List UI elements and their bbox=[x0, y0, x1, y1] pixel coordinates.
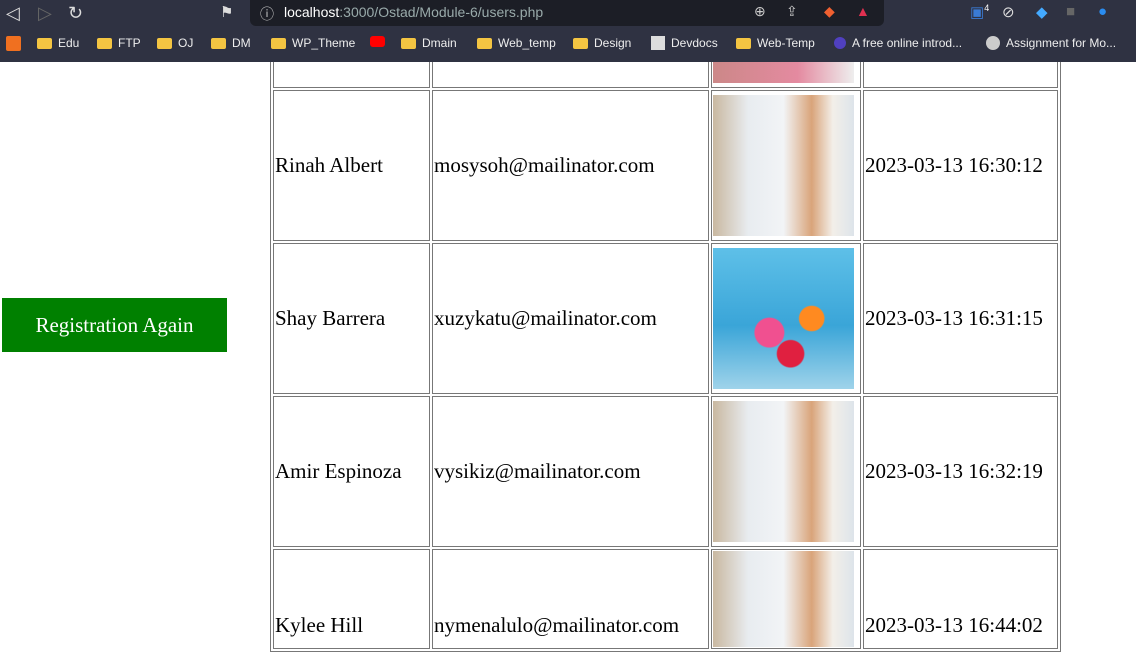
compass-icon[interactable]: ⊘ bbox=[1002, 3, 1015, 21]
reload-icon[interactable]: ↻ bbox=[68, 3, 83, 24]
gem-icon[interactable]: ◆ bbox=[1036, 3, 1048, 21]
date-text: 2023-03-13 16:32:19 bbox=[865, 459, 1043, 483]
image-wrap bbox=[713, 401, 859, 542]
date-text: 2023-03-13 16:44:02 bbox=[865, 613, 1043, 637]
table-row: Kylee Hill nymenalulo@mailinator.com 202… bbox=[273, 549, 1058, 649]
user-image bbox=[713, 95, 854, 236]
back-icon[interactable]: ◁ bbox=[6, 3, 20, 24]
registration-again-button[interactable]: Registration Again bbox=[2, 298, 227, 352]
bookmark-dm[interactable]: DM bbox=[211, 36, 251, 50]
bookmark-dmain[interactable]: Dmain bbox=[401, 36, 457, 50]
shazam-icon[interactable]: ● bbox=[1098, 3, 1107, 20]
info-icon: ⓘ bbox=[260, 6, 274, 22]
date-text: 2023-03-13 16:31:15 bbox=[865, 306, 1043, 330]
image-cell bbox=[711, 243, 861, 394]
image-cell bbox=[711, 549, 861, 649]
bookmark-oj[interactable]: OJ bbox=[157, 36, 193, 50]
name-text: Amir Espinoza bbox=[275, 459, 402, 483]
bookmark-intro[interactable]: A free online introd... bbox=[834, 36, 962, 50]
email-cell: vysikiz@mailinator.com bbox=[432, 396, 709, 547]
users-table: Rinah Albert mosysoh@mailinator.com 2023… bbox=[270, 0, 1061, 652]
date-text: 2023-03-13 16:30:12 bbox=[865, 153, 1043, 177]
address-bar[interactable]: ⓘ localhost:3000/Ostad/Module-6/users.ph… bbox=[250, 0, 884, 26]
selenium-icon[interactable]: ■ bbox=[1066, 3, 1075, 20]
devdocs-icon bbox=[651, 36, 665, 50]
date-cell: 2023-03-13 16:32:19 bbox=[863, 396, 1058, 547]
bookmark-wp-theme[interactable]: WP_Theme bbox=[271, 36, 355, 50]
bookmark-web-temp[interactable]: Web_temp bbox=[477, 36, 556, 50]
rewards-icon[interactable]: ▲ bbox=[856, 3, 870, 19]
name-text: Shay Barrera bbox=[275, 306, 386, 330]
image-wrap bbox=[713, 551, 859, 647]
email-text: xuzykatu@mailinator.com bbox=[434, 306, 657, 330]
date-cell: 2023-03-13 16:44:02 bbox=[863, 549, 1058, 649]
bitwarden-icon[interactable]: ▣4 bbox=[970, 3, 989, 21]
image-wrap bbox=[713, 95, 859, 236]
email-cell: mosysoh@mailinator.com bbox=[432, 90, 709, 241]
folder-icon bbox=[211, 37, 226, 49]
bookmark-design[interactable]: Design bbox=[573, 36, 631, 50]
name-text: Rinah Albert bbox=[275, 153, 383, 177]
name-cell: Amir Espinoza bbox=[273, 396, 430, 547]
image-cell bbox=[711, 90, 861, 241]
brave-icon[interactable]: ◆ bbox=[824, 3, 835, 20]
dot-icon bbox=[834, 37, 846, 49]
folder-icon bbox=[736, 37, 751, 49]
xampp-icon[interactable] bbox=[6, 36, 21, 51]
forward-icon[interactable]: ▷ bbox=[38, 3, 52, 24]
globe-icon bbox=[986, 36, 1000, 50]
bookmark-edu[interactable]: Edu bbox=[37, 36, 79, 50]
bookmark-assignment[interactable]: Assignment for Mo... bbox=[986, 36, 1116, 50]
email-cell: xuzykatu@mailinator.com bbox=[432, 243, 709, 394]
bookmark-devdocs[interactable]: Devdocs bbox=[651, 36, 718, 50]
folder-icon bbox=[271, 37, 286, 49]
bookmark-web-temp-2[interactable]: Web-Temp bbox=[736, 36, 815, 50]
bookmark-ftp[interactable]: FTP bbox=[97, 36, 141, 50]
share-icon[interactable]: ⇪ bbox=[786, 3, 798, 20]
table-row: Rinah Albert mosysoh@mailinator.com 2023… bbox=[273, 90, 1058, 241]
email-text: nymenalulo@mailinator.com bbox=[434, 613, 680, 637]
name-cell: Kylee Hill bbox=[273, 549, 430, 649]
folder-icon bbox=[573, 37, 588, 49]
email-cell: nymenalulo@mailinator.com bbox=[432, 549, 709, 649]
bookmark-icon[interactable]: ⚑ bbox=[220, 3, 233, 21]
youtube-icon bbox=[370, 36, 385, 47]
email-text: mosysoh@mailinator.com bbox=[434, 153, 655, 177]
folder-icon bbox=[97, 37, 112, 49]
date-cell: 2023-03-13 16:30:12 bbox=[863, 90, 1058, 241]
browser-chrome: ◁ ▷ ↻ ⚑ ⓘ localhost:3000/Ostad/Module-6/… bbox=[0, 0, 1136, 62]
name-text: Kylee Hill bbox=[275, 613, 364, 637]
user-image bbox=[713, 248, 854, 389]
folder-icon bbox=[37, 37, 52, 49]
date-cell: 2023-03-13 16:31:15 bbox=[863, 243, 1058, 394]
zoom-icon[interactable]: ⊕ bbox=[754, 3, 766, 20]
image-wrap bbox=[713, 248, 859, 389]
bookmark-youtube[interactable] bbox=[370, 36, 385, 47]
folder-icon bbox=[477, 37, 492, 49]
table-row: Amir Espinoza vysikiz@mailinator.com 202… bbox=[273, 396, 1058, 547]
table-row: Shay Barrera xuzykatu@mailinator.com 202… bbox=[273, 243, 1058, 394]
user-image bbox=[713, 551, 854, 647]
name-cell: Rinah Albert bbox=[273, 90, 430, 241]
image-cell bbox=[711, 396, 861, 547]
user-image bbox=[713, 401, 854, 542]
email-text: vysikiz@mailinator.com bbox=[434, 459, 641, 483]
folder-icon bbox=[401, 37, 416, 49]
folder-icon bbox=[157, 37, 172, 49]
name-cell: Shay Barrera bbox=[273, 243, 430, 394]
